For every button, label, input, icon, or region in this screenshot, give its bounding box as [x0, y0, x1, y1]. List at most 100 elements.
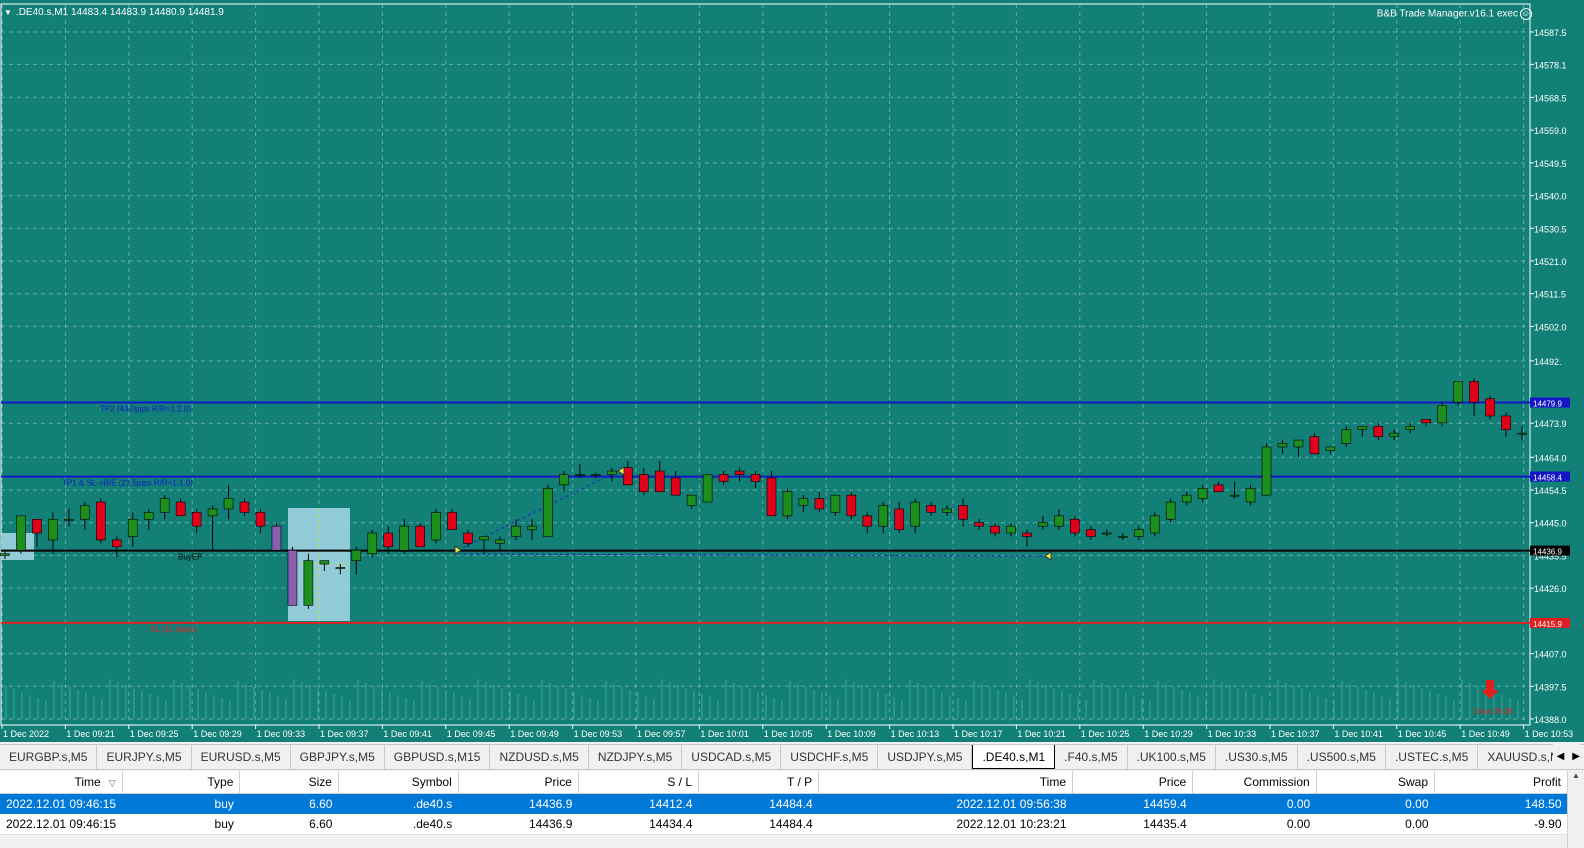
- price-axis-label: 14587.5: [1534, 28, 1567, 38]
- candle-body: [1309, 436, 1320, 455]
- chart-tab[interactable]: USDJPY.s,M5: [878, 745, 973, 769]
- price-axis-label: 14568.5: [1534, 93, 1567, 103]
- candle-body: [48, 518, 58, 541]
- chart-tab[interactable]: .US500.s,M5: [1298, 745, 1386, 769]
- column-header-label: Swap: [1398, 775, 1429, 789]
- candle-body: [479, 536, 489, 541]
- chart-tab[interactable]: USDCHF.s,M5: [781, 745, 879, 769]
- column-header[interactable]: S / L: [578, 771, 700, 794]
- tp2-price-tag: 14479.9: [1533, 400, 1562, 409]
- chart-tab[interactable]: NZDUSD.s,M5: [490, 745, 589, 769]
- table-row[interactable]: 2022.12.01 09:46:15 buy 6.60 .de40.s 14436.9…: [0, 793, 1568, 814]
- chart-tab[interactable]: GBPUSD.s,M15: [385, 745, 491, 769]
- price-axis-label: 14397.5: [1534, 682, 1567, 692]
- column-header-label: Size: [308, 775, 332, 789]
- chart-tab[interactable]: .US30.s,M5: [1216, 745, 1298, 769]
- candle-body: [191, 512, 202, 527]
- table-cell: 2022.12.01 10:23:21: [818, 814, 1073, 835]
- time-axis-label: 1 Dec 10:13: [891, 729, 940, 739]
- candle-body: [750, 474, 761, 482]
- candle-body: [1453, 381, 1463, 403]
- column-header[interactable]: Time: [818, 771, 1074, 794]
- candle-body: [1117, 536, 1128, 538]
- table-cell: 14436.9: [458, 793, 579, 814]
- chart-tab[interactable]: EURJPY.s,M5: [97, 745, 192, 769]
- candle-body: [734, 470, 745, 475]
- exit-marker-icon: [617, 466, 625, 476]
- table-cell: 0.00: [1192, 814, 1317, 835]
- chart-tab[interactable]: NZDJPY.s,M5: [589, 745, 683, 769]
- time-axis-label: 1 Dec 10:41: [1334, 729, 1383, 739]
- candle-body: [942, 508, 952, 513]
- chart-tab[interactable]: .USTEC.s,M5: [1386, 745, 1479, 769]
- time-axis-label: 1 Dec 10:01: [700, 729, 749, 739]
- candle-body: [1437, 405, 1447, 424]
- chart-tab[interactable]: .UK100.s,M5: [1128, 745, 1216, 769]
- column-header[interactable]: Time ▽: [0, 771, 123, 794]
- candle-body: [127, 518, 138, 537]
- table-cell: buy: [122, 793, 240, 814]
- candle-body: [798, 498, 809, 506]
- time-axis-label: 1 Dec 09:57: [637, 729, 686, 739]
- candle-body: [1038, 522, 1048, 527]
- chart-tab[interactable]: EURUSD.s,M5: [192, 745, 291, 769]
- column-header[interactable]: Type: [122, 771, 241, 794]
- tp2-level-label: TP2 (43.0pips R/R=1:2.0): [100, 405, 191, 414]
- column-header[interactable]: Swap: [1316, 771, 1436, 794]
- column-header[interactable]: Price: [1072, 771, 1194, 794]
- caret-down-icon[interactable]: ▼: [4, 8, 12, 17]
- scroll-left-icon[interactable]: ◀: [1557, 751, 1565, 762]
- exit-marker-icon: [1044, 551, 1052, 561]
- column-header[interactable]: T / P: [698, 771, 820, 794]
- candle-body: [638, 474, 649, 493]
- chart-tab[interactable]: GBPJPY.s,M5: [291, 745, 385, 769]
- column-header-label: Type: [207, 775, 234, 789]
- candle-body: [1277, 443, 1288, 448]
- chart-tab[interactable]: .DE40.s,M1: [972, 745, 1056, 769]
- table-row[interactable]: 2022.12.01 09:46:15 buy 6.60 .de40.s 14436.9…: [0, 814, 1568, 835]
- price-axis-label: 14578.1: [1534, 60, 1567, 70]
- time-axis-label: 1 Dec 09:53: [574, 729, 623, 739]
- price-axis-label: 14388.0: [1534, 715, 1567, 725]
- candle-body: [527, 525, 537, 530]
- column-header-label: Profit: [1532, 775, 1561, 789]
- candle-body: [670, 477, 681, 496]
- candle-body: [974, 522, 984, 527]
- chart-canvas[interactable]: 14587.5 14578.1 14568.5 14559.0 14549.5 14540…: [0, 0, 1584, 742]
- chart-tab[interactable]: EURGBP.s,M5: [0, 745, 98, 769]
- scroll-up-icon[interactable]: ▲: [1568, 771, 1584, 780]
- candle-body: [351, 549, 362, 561]
- chart-tab[interactable]: USDCAD.s,M5: [682, 745, 782, 769]
- candle-body: [606, 470, 617, 475]
- sort-icon: ▽: [108, 778, 116, 788]
- candle-body: [1006, 525, 1016, 534]
- expert-advisor-label[interactable]: B&B Trade Manager.v16.1 exec ☺: [1377, 8, 1532, 20]
- candle-body: [1133, 529, 1144, 537]
- candle-body: [1373, 425, 1384, 437]
- table-scrollbar[interactable]: ▲: [1567, 771, 1584, 848]
- candle-body: [622, 467, 633, 486]
- candle-body: [399, 525, 410, 551]
- candle-body: [543, 487, 553, 537]
- time-axis-label: 1 Dec 10:45: [1398, 729, 1447, 739]
- time-axis-label: 1 Dec 09:45: [447, 729, 496, 739]
- candle-body: [814, 498, 825, 510]
- price-axis-label: 14559.0: [1534, 126, 1567, 136]
- candle-body: [64, 518, 74, 521]
- column-header[interactable]: Commission: [1192, 771, 1317, 794]
- column-header[interactable]: Symbol: [338, 771, 459, 794]
- signal-label: Sma 09:39: [1474, 707, 1513, 716]
- scroll-right-icon[interactable]: ▶: [1572, 751, 1580, 762]
- column-header[interactable]: Size: [239, 771, 339, 794]
- time-axis-label: 1 Dec 10:37: [1271, 729, 1320, 739]
- column-header[interactable]: Price: [458, 771, 579, 794]
- candle-body: [1501, 415, 1511, 431]
- price-chart[interactable]: 14587.5 14578.1 14568.5 14559.0 14549.5 14540…: [0, 0, 1584, 742]
- symbol-info-text: .DE40.s,M1 14483.4 14483.9 14480.9 14481…: [15, 7, 224, 18]
- time-axis-label: 1 Dec 10:21: [1017, 729, 1066, 739]
- chart-tab[interactable]: .F40.s,M5: [1055, 745, 1128, 769]
- column-header-label: T / P: [787, 775, 813, 789]
- time-axis-label: 1 Dec 09:25: [130, 729, 179, 739]
- candle-body: [431, 512, 441, 541]
- column-header[interactable]: Profit: [1434, 771, 1568, 794]
